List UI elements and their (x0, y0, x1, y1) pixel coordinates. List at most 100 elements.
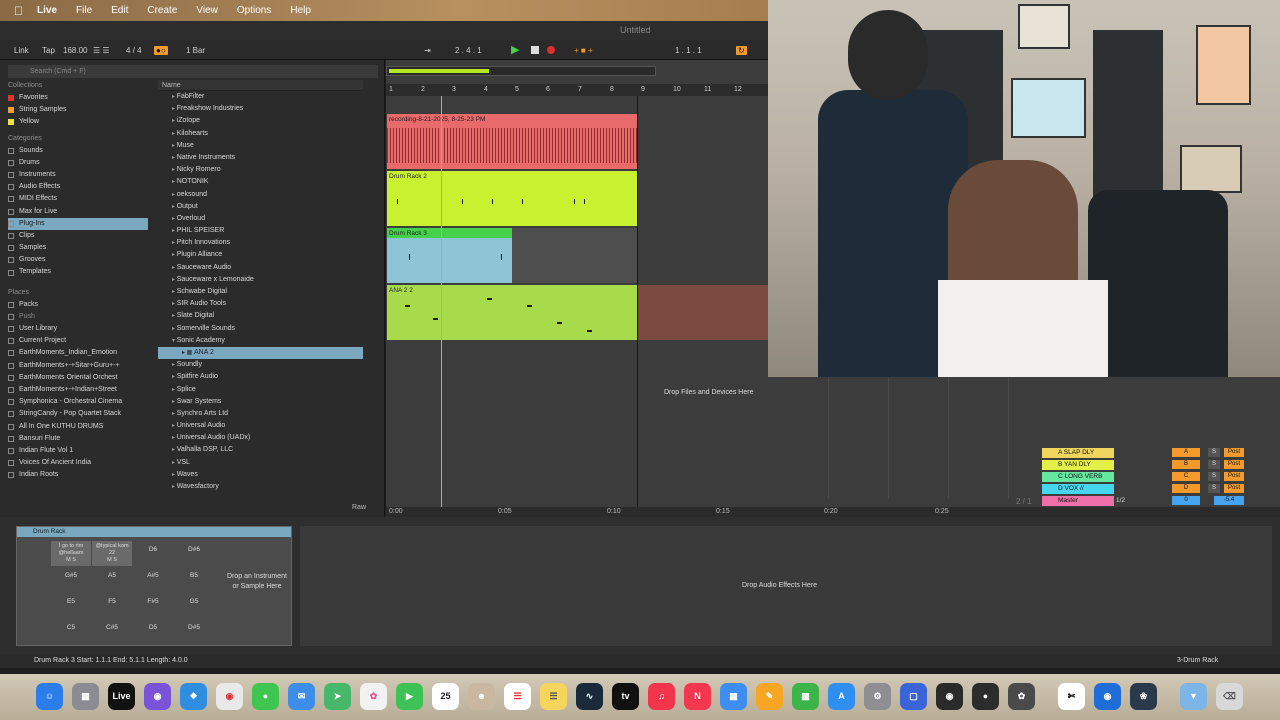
reminders-icon[interactable]: ☰ (504, 683, 531, 710)
folder-item[interactable]: Somerville Sounds (158, 323, 363, 335)
audio-effects-area[interactable]: Drop Audio Effects Here (300, 526, 1272, 646)
folder-item[interactable]: Waves (158, 469, 363, 481)
downloads-folder-icon[interactable]: ▼ (1180, 683, 1207, 710)
folder-item[interactable]: PHIL SPEISER (158, 225, 363, 237)
quantize-select[interactable]: 1 Bar (186, 46, 205, 55)
folder-item[interactable]: Swar Systems (158, 396, 363, 408)
plugin-item-selected[interactable]: ANA 2 (158, 346, 363, 360)
place-item[interactable]: EarthMoments Oriental Orchest (8, 372, 148, 384)
folder-item[interactable]: Kilohearts (158, 128, 363, 140)
folder-item[interactable]: Muse (158, 140, 363, 152)
drum-pad[interactable]: D6 (133, 537, 173, 562)
trash-icon[interactable]: ⌫ (1216, 683, 1243, 710)
news-icon[interactable]: N (684, 683, 711, 710)
messages-icon[interactable]: ● (252, 683, 279, 710)
master-volume-field[interactable]: -5.4 (1214, 496, 1244, 505)
calendar-icon[interactable]: 25 (432, 683, 459, 710)
place-item[interactable]: Voices Of Ancient India (8, 457, 148, 469)
folder-item[interactable]: Universal Audio (158, 420, 363, 432)
folder-item[interactable]: SIR Audio Tools (158, 298, 363, 310)
return-track-d[interactable]: D VOX // (1042, 484, 1114, 494)
drum-pad[interactable]: B5 (174, 563, 214, 588)
folder-item[interactable]: oeksound (158, 189, 363, 201)
app-icon[interactable]: ❀ (1130, 683, 1157, 710)
place-item[interactable]: StringCandy - Pop Quartet Stack (8, 408, 148, 420)
place-item[interactable]: Packs (8, 299, 148, 311)
category-grooves[interactable]: Grooves (8, 254, 148, 266)
follow-icon[interactable]: ⇥ (424, 46, 431, 55)
folder-item[interactable]: Valhalla DSP, LLC (158, 444, 363, 456)
solo-button[interactable]: S (1208, 472, 1220, 481)
category-midi-effects[interactable]: MIDI Effects (8, 193, 148, 205)
menu-options[interactable]: Options (237, 5, 271, 16)
solo-button[interactable]: S (1208, 460, 1220, 469)
drum-pad[interactable]: A#5 (133, 563, 173, 588)
folder-item[interactable]: Slate Digital (158, 310, 363, 322)
ableton-live-icon[interactable]: Live (108, 683, 135, 710)
place-item[interactable]: EarthMoments+-+Indian+Street (8, 384, 148, 396)
contacts-icon[interactable]: ☻ (468, 683, 495, 710)
song-position[interactable]: 2 . 4 . 1 (455, 46, 482, 55)
category-drums[interactable]: Drums (8, 157, 148, 169)
place-item[interactable]: EarthMoments+-+Sitar+Guru+-+ (8, 360, 148, 372)
raw-toggle[interactable]: Raw (352, 504, 366, 511)
folder-item[interactable]: Schwabe Digital (158, 286, 363, 298)
folder-item[interactable]: Universal Audio (UADx) (158, 432, 363, 444)
numbers-icon[interactable]: ▩ (792, 683, 819, 710)
selected-track-label[interactable]: 3-Drum Rack (1177, 657, 1218, 664)
keynote-icon[interactable]: ▦ (720, 683, 747, 710)
master-track[interactable]: Master (1042, 496, 1114, 506)
overdub-icon[interactable]: + ■ + (574, 46, 593, 55)
system-settings-icon[interactable]: ⚙ (864, 683, 891, 710)
metronome-icon[interactable]: ☰ ☰ (93, 46, 110, 55)
post-button[interactable]: Post (1224, 484, 1244, 493)
category-instruments[interactable]: Instruments (8, 169, 148, 181)
maps-icon[interactable]: ➤ (324, 683, 351, 710)
facetime-icon[interactable]: ▶ (396, 683, 423, 710)
folder-item[interactable]: VSL (158, 457, 363, 469)
menu-help[interactable]: Help (290, 5, 311, 16)
record-icon[interactable] (547, 46, 555, 54)
capcut-icon[interactable]: ✄ (1058, 683, 1085, 710)
app-icon[interactable]: ◉ (1094, 683, 1121, 710)
browser-search-input[interactable]: Search (Cmd + F) (8, 65, 378, 78)
empty-clip-region[interactable] (637, 285, 768, 340)
solo-button[interactable]: S (1208, 448, 1220, 457)
folder-item[interactable]: Spitfire Audio (158, 371, 363, 383)
category-clips[interactable]: Clips (8, 230, 148, 242)
post-button[interactable]: Post (1224, 472, 1244, 481)
drum-pad[interactable]: C5 (51, 615, 91, 640)
folder-item[interactable]: Synchro Arts Ltd (158, 408, 363, 420)
folder-item[interactable]: Native Instruments (158, 152, 363, 164)
folder-item[interactable]: Pitch Innovations (158, 237, 363, 249)
place-item[interactable]: User Library (8, 323, 148, 335)
signature-field[interactable]: 4 / 4 (126, 46, 142, 55)
folder-item[interactable]: Sauceware Audio (158, 262, 363, 274)
tempo-field[interactable]: 168.00 (63, 46, 87, 55)
folder-item[interactable]: iZotope (158, 115, 363, 127)
davinci-resolve-icon[interactable]: ✿ (1008, 683, 1035, 710)
play-icon[interactable]: ▶ (511, 43, 519, 56)
arrangement-overview[interactable] (386, 66, 656, 76)
post-button[interactable]: Post (1224, 448, 1244, 457)
empty-clip-slot[interactable] (512, 228, 637, 283)
drum-pad[interactable]: F#5 (133, 589, 173, 614)
folder-item[interactable]: Sonic Academy (158, 335, 363, 347)
folder-item[interactable]: Plugin Alliance (158, 249, 363, 261)
category-sounds[interactable]: Sounds (8, 145, 148, 157)
tap-button[interactable]: Tap (42, 46, 55, 55)
folder-item[interactable]: Wavesfactory (158, 481, 363, 493)
category-max-for-live[interactable]: Max for Live (8, 206, 148, 218)
folder-item[interactable]: Freakshow Industries (158, 103, 363, 115)
midi-clip-ana22[interactable]: ANA 2 2 (387, 285, 637, 340)
folder-item[interactable]: Overloud (158, 213, 363, 225)
time-ruler[interactable]: 0:00 0:05 0:10 0:15 (386, 507, 768, 517)
return-activator-a[interactable]: A (1172, 448, 1200, 457)
return-track-a[interactable]: A SLAP DLY (1042, 448, 1114, 458)
drum-pad[interactable]: D#6 (174, 537, 214, 562)
return-activator-c[interactable]: C (1172, 472, 1200, 481)
chrome-icon[interactable]: ◉ (216, 683, 243, 710)
collection-string-samples[interactable]: String Samples (8, 104, 148, 116)
drum-pad[interactable]: D#5 (174, 615, 214, 640)
loop-icon[interactable]: ↻ (736, 46, 747, 55)
